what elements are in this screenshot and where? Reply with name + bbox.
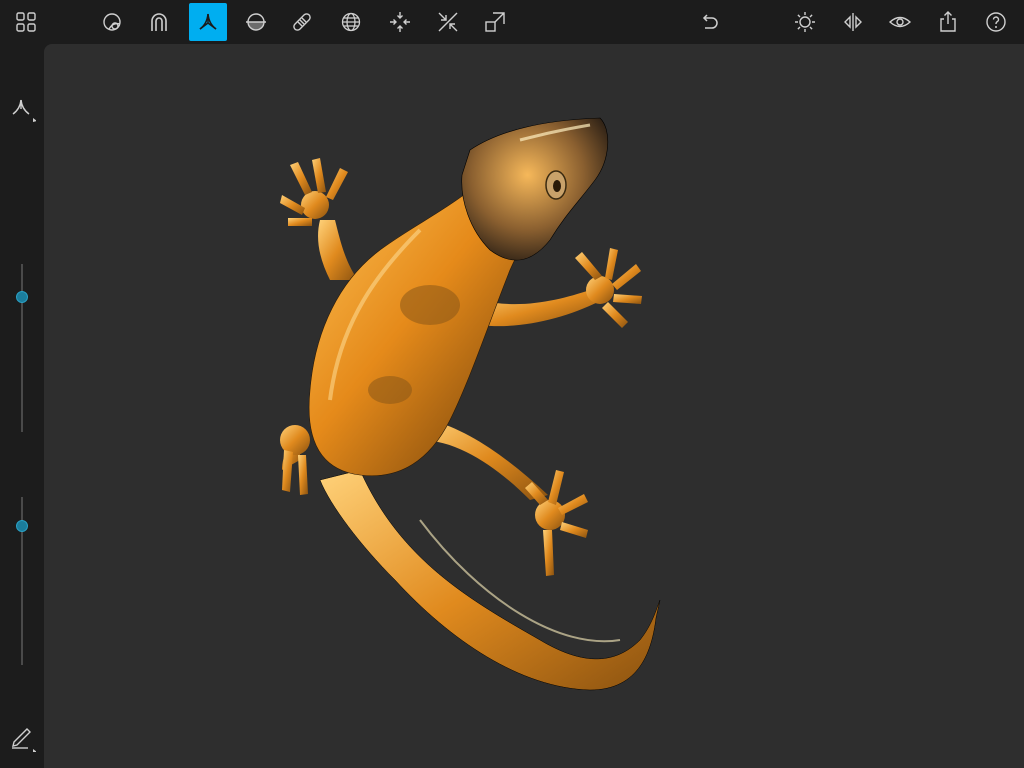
- flatten-button[interactable]: [237, 3, 275, 41]
- flatten-icon: [246, 13, 266, 31]
- clay-brush-button[interactable]: [93, 3, 131, 41]
- smooth-brush-button[interactable]: [283, 3, 321, 41]
- lighting-icon: [795, 12, 815, 32]
- deflate-button[interactable]: [429, 3, 467, 41]
- undo-icon: [702, 14, 718, 29]
- gecko-back-right-foot: [525, 470, 588, 576]
- brush-size-slider[interactable]: [21, 264, 23, 432]
- pinch-tool-icon: [12, 99, 37, 122]
- gecko-front-left-hand: [280, 158, 348, 226]
- help-icon: [986, 12, 1006, 32]
- view-eye-icon: [888, 16, 912, 28]
- 3d-viewport[interactable]: [44, 44, 1024, 768]
- brush-strength-slider-knob[interactable]: [16, 520, 28, 532]
- scale-move-button[interactable]: [476, 3, 514, 41]
- help-button[interactable]: [977, 3, 1015, 41]
- symmetry-icon: [844, 13, 862, 31]
- inflate-icon: [390, 12, 410, 32]
- smooth-brush-icon: [293, 13, 311, 31]
- magnet-icon: [151, 13, 167, 31]
- pencil-icon: [12, 728, 37, 752]
- current-tool-button[interactable]: [8, 94, 37, 122]
- symmetry-button[interactable]: [834, 3, 872, 41]
- grid-menu-icon: [16, 12, 36, 32]
- pinch-tool-button[interactable]: [189, 3, 227, 41]
- inflate-button[interactable]: [381, 3, 419, 41]
- lighting-button[interactable]: [786, 3, 824, 41]
- brush-size-slider-knob[interactable]: [16, 291, 28, 303]
- clay-brush-icon: [103, 13, 121, 31]
- magnet-button[interactable]: [140, 3, 178, 41]
- deflate-icon: [438, 12, 458, 32]
- sphere-grid-button[interactable]: [332, 3, 370, 41]
- undo-button[interactable]: [690, 3, 728, 41]
- left-sidebar: [0, 44, 44, 768]
- top-toolbar: [0, 0, 1024, 44]
- view-eye-button[interactable]: [881, 3, 919, 41]
- grid-menu-button[interactable]: [7, 3, 45, 41]
- pinch-tool-icon: [199, 13, 217, 30]
- share-button[interactable]: [929, 3, 967, 41]
- sculpting-app: [0, 0, 1024, 768]
- gecko-front-right-hand: [575, 248, 642, 328]
- scale-move-icon: [485, 12, 505, 32]
- share-icon: [940, 11, 956, 32]
- gecko-model[interactable]: [44, 44, 1024, 768]
- sphere-grid-icon: [341, 12, 361, 32]
- pencil-button[interactable]: [8, 724, 37, 752]
